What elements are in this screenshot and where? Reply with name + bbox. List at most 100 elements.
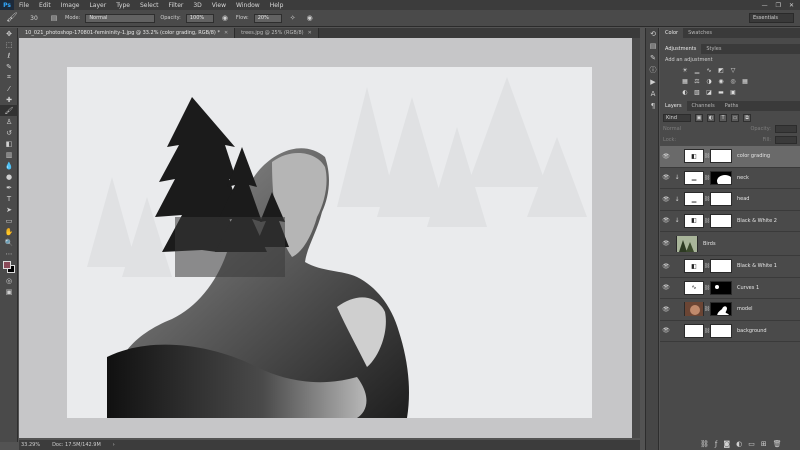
selective-color-icon[interactable]: ▣ [729, 88, 737, 96]
menu-filter[interactable]: Filter [164, 2, 189, 9]
tab-color[interactable]: Color [660, 28, 684, 38]
threshold-icon[interactable]: ◪ [705, 88, 713, 96]
menu-image[interactable]: Image [56, 2, 85, 9]
brush-settings-icon[interactable]: ✎ [646, 52, 660, 64]
shape-tool-icon[interactable]: ▭ [0, 215, 18, 226]
flow-field[interactable]: 20% [253, 13, 282, 23]
layer-opacity-field[interactable] [775, 125, 797, 133]
mode-select[interactable]: Normal [85, 13, 156, 23]
menu-help[interactable]: Help [265, 2, 289, 9]
layer-fill-field[interactable] [775, 136, 797, 144]
link-layers-icon[interactable]: ⛓ [700, 440, 709, 448]
tab-layers[interactable]: Layers [660, 101, 687, 111]
filter-adjustment-icon[interactable]: ◐ [707, 114, 715, 122]
eye-icon[interactable]: 👁 [660, 217, 672, 224]
tab-swatches[interactable]: Swatches [683, 28, 717, 38]
history-brush-tool-icon[interactable]: ↺ [0, 127, 18, 138]
layer-mask-thumb[interactable] [710, 259, 732, 274]
layer-row[interactable]: 👁 ◧ ⛓ color grading [660, 146, 800, 168]
color-swatches[interactable] [0, 259, 17, 275]
quick-select-tool-icon[interactable]: ✎ [0, 61, 18, 72]
zoom-level[interactable]: 33.29% [21, 442, 40, 448]
hue-saturation-icon[interactable]: ▦ [681, 77, 689, 85]
brush-preset-picker[interactable]: 30 [25, 12, 43, 24]
curves-icon[interactable]: ∿ [705, 66, 713, 74]
brightness-icon[interactable]: ☀ [681, 66, 689, 74]
vertical-scrollbar[interactable] [632, 38, 640, 438]
minimize-icon[interactable]: — [762, 2, 768, 9]
pressure-size-icon[interactable]: ◉ [304, 13, 316, 23]
eye-icon[interactable]: 👁 [660, 284, 672, 291]
color-lookup-icon[interactable]: ▦ [741, 77, 749, 85]
brush-panel-icon[interactable]: ▤ [48, 13, 60, 23]
info-icon[interactable]: ⓘ [646, 64, 660, 76]
menu-file[interactable]: File [14, 2, 34, 9]
document-canvas[interactable] [67, 67, 592, 418]
levels-icon[interactable]: ▁ [693, 66, 701, 74]
layer-row[interactable]: 👁 ↓ ▁ ⛓ head [660, 189, 800, 211]
layer-row[interactable]: 👁 ↓ ◧ ⛓ Black & White 2 [660, 211, 800, 232]
gradient-tool-icon[interactable]: ▥ [0, 149, 18, 160]
menu-window[interactable]: Window [231, 2, 265, 9]
close-icon[interactable]: ✕ [789, 2, 794, 9]
menu-layer[interactable]: Layer [84, 2, 111, 9]
actions-icon[interactable]: ▶ [646, 76, 660, 88]
tab-styles[interactable]: Styles [701, 44, 726, 54]
layer-row[interactable]: 👁 ∿ ⛓ Curves 1 [660, 278, 800, 299]
more-tools-icon[interactable]: ⋯ [0, 248, 18, 259]
filter-pixel-icon[interactable]: ▣ [695, 114, 703, 122]
eye-icon[interactable]: 👁 [660, 174, 672, 181]
new-adjustment-icon[interactable]: ◐ [736, 440, 742, 448]
dodge-tool-icon[interactable]: ● [0, 171, 18, 182]
tab-paths[interactable]: Paths [720, 101, 744, 111]
crop-tool-icon[interactable]: ⌗ [0, 72, 18, 83]
color-balance-icon[interactable]: ⚖ [693, 77, 701, 85]
type-tool-icon[interactable]: T [0, 193, 18, 204]
layer-row[interactable]: 👁 ◧ ⛓ Black & White 1 [660, 256, 800, 278]
layer-mask-thumb[interactable] [710, 149, 732, 164]
fx-icon[interactable]: ƒ [715, 440, 717, 448]
clone-stamp-tool-icon[interactable]: ♙ [0, 116, 18, 127]
posterize-icon[interactable]: ▧ [693, 88, 701, 96]
new-group-icon[interactable]: ▭ [748, 440, 755, 448]
path-select-tool-icon[interactable]: ➤ [0, 204, 18, 215]
layer-mask-thumb[interactable] [710, 192, 732, 207]
blend-mode-select[interactable]: Normal [663, 126, 681, 132]
lasso-tool-icon[interactable]: ℓ [0, 50, 18, 61]
layer-mask-thumb[interactable] [710, 302, 732, 317]
quick-mask-icon[interactable]: ◎ [0, 275, 18, 286]
eye-icon[interactable]: 👁 [660, 240, 672, 247]
vibrance-icon[interactable]: ▽ [729, 66, 737, 74]
channel-mixer-icon[interactable]: ◎ [729, 77, 737, 85]
black-white-icon[interactable]: ◑ [705, 77, 713, 85]
eye-icon[interactable]: 👁 [660, 327, 672, 334]
invert-icon[interactable]: ◐ [681, 88, 689, 96]
add-mask-icon[interactable]: ◙ [723, 440, 730, 448]
marquee-tool-icon[interactable]: ⬚ [0, 39, 18, 50]
doc-tab[interactable]: trees.jpg @ 25% (RGB/8) ✕ [235, 28, 319, 38]
menu-3d[interactable]: 3D [188, 2, 206, 9]
menu-type[interactable]: Type [111, 2, 135, 9]
opacity-field[interactable]: 100% [185, 13, 214, 23]
tab-close-icon[interactable]: ✕ [308, 30, 312, 36]
eye-icon[interactable]: 👁 [660, 306, 672, 313]
eye-icon[interactable]: 👁 [660, 263, 672, 270]
healing-tool-icon[interactable]: ✚ [0, 94, 18, 105]
tab-channels[interactable]: Channels [687, 101, 720, 111]
eye-icon[interactable]: 👁 [660, 196, 672, 203]
character-icon[interactable]: A [646, 88, 660, 100]
layer-mask-thumb[interactable] [710, 323, 732, 338]
layer-row[interactable]: 👁 ⛓ background [660, 321, 800, 342]
foreground-color-swatch[interactable] [3, 261, 11, 269]
menu-edit[interactable]: Edit [34, 2, 56, 9]
doc-tab-active[interactable]: 10_021_photoshop-170801-femininity-1.jpg… [19, 28, 236, 38]
eyedropper-tool-icon[interactable]: ⁄ [0, 83, 18, 94]
properties-icon[interactable]: ▤ [646, 40, 660, 52]
pressure-opacity-icon[interactable]: ◉ [219, 13, 231, 23]
brush-icon[interactable]: 🖌 [4, 12, 20, 24]
filter-type-icon[interactable]: T [719, 114, 727, 122]
layer-row[interactable]: 👁 ⛓ model [660, 299, 800, 321]
tab-close-icon[interactable]: ✕ [224, 30, 228, 36]
filter-shape-icon[interactable]: ▭ [731, 114, 739, 122]
layer-mask-thumb[interactable] [710, 170, 732, 185]
